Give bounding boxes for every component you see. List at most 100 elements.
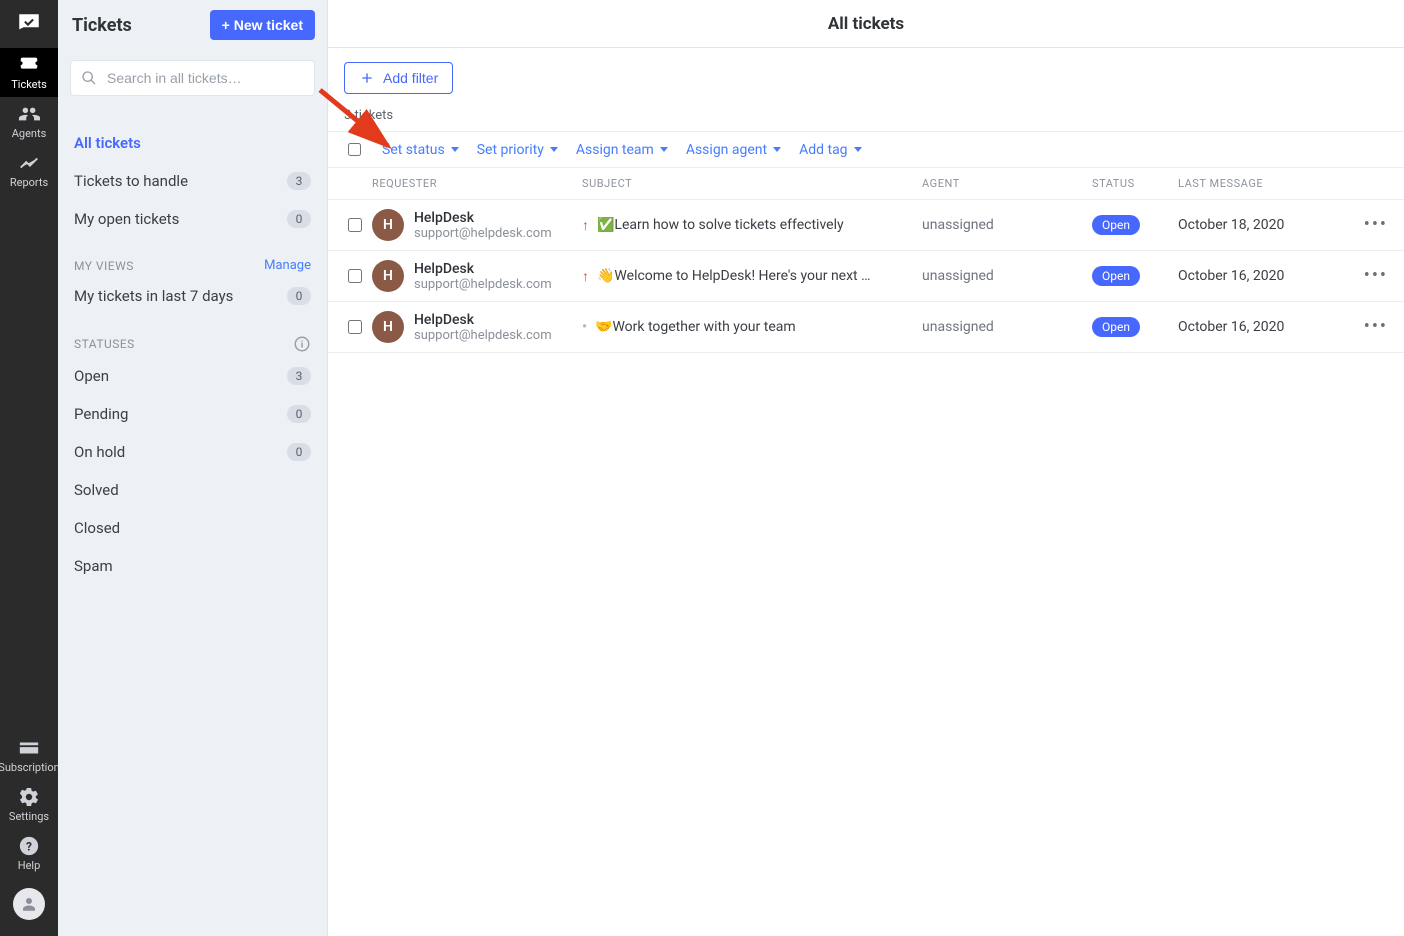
bulk-assign-team[interactable]: Assign team	[576, 142, 668, 158]
chevron-down-icon	[451, 147, 459, 152]
nav-label: Open	[74, 367, 109, 385]
rail-label: Help	[18, 859, 41, 872]
search-input-wrap[interactable]	[70, 60, 315, 96]
last-message-cell: October 16, 2020	[1178, 319, 1348, 335]
main-content: All tickets Add filter 3 tickets Set sta…	[328, 0, 1404, 936]
requester-avatar: H	[372, 311, 404, 343]
count-badge: 0	[287, 210, 311, 228]
count-badge: 3	[287, 367, 311, 385]
nav-my-tickets-7days[interactable]: My tickets in last 7 days 0	[58, 277, 327, 315]
requester-name: HelpDesk	[414, 261, 552, 277]
nav-label: Closed	[74, 519, 120, 537]
chevron-down-icon	[773, 147, 781, 152]
status-badge: Open	[1092, 317, 1140, 337]
nav-label: Pending	[74, 405, 128, 423]
help-icon: ?	[18, 837, 40, 855]
table-row[interactable]: H HelpDesk support@helpdesk.com ↑ 👋Welco…	[328, 251, 1404, 302]
section-header: MY VIEWS	[74, 259, 134, 273]
new-ticket-button[interactable]: + New ticket	[210, 10, 315, 40]
count-badge: 0	[287, 443, 311, 461]
bulk-assign-agent[interactable]: Assign agent	[686, 142, 781, 158]
col-subject: SUBJECT	[582, 177, 922, 190]
table-row[interactable]: H HelpDesk support@helpdesk.com • 🤝Work …	[328, 302, 1404, 353]
nav-my-open-tickets[interactable]: My open tickets 0	[58, 200, 327, 238]
priority-indicator: ↑	[582, 217, 589, 234]
table-row[interactable]: H HelpDesk support@helpdesk.com ↑ ✅Learn…	[328, 200, 1404, 251]
subject-cell: ↑ ✅Learn how to solve tickets effectivel…	[582, 217, 922, 234]
requester-avatar: H	[372, 209, 404, 241]
chevron-down-icon	[550, 147, 558, 152]
rail-tickets[interactable]: Tickets	[0, 48, 58, 97]
status-cell: Open	[1092, 317, 1178, 337]
search-input[interactable]	[105, 69, 304, 87]
statuses-header: STATUSES	[58, 315, 327, 357]
main-nav: All tickets Tickets to handle 3 My open …	[58, 96, 327, 238]
my-views-header: MY VIEWS Manage	[58, 238, 327, 277]
nav-label: My open tickets	[74, 210, 179, 228]
agent-cell: unassigned	[922, 268, 1092, 284]
panel-title: Tickets	[72, 15, 132, 36]
action-label: Assign agent	[686, 142, 767, 158]
add-filter-button[interactable]: Add filter	[344, 62, 453, 94]
requester-cell: H HelpDesk support@helpdesk.com	[372, 311, 582, 343]
count-badge: 0	[287, 405, 311, 423]
nav-status-onhold[interactable]: On hold 0	[58, 433, 327, 471]
nav-label: All tickets	[74, 134, 141, 152]
count-badge: 0	[287, 287, 311, 305]
bulk-add-tag[interactable]: Add tag	[799, 142, 861, 158]
chevron-down-icon	[854, 147, 862, 152]
chevron-down-icon	[660, 147, 668, 152]
rail-settings[interactable]: Settings	[0, 780, 58, 829]
row-checkbox[interactable]	[348, 269, 362, 283]
subject-text: ✅Learn how to solve tickets effectively	[597, 217, 844, 233]
row-actions[interactable]: •••	[1348, 267, 1388, 285]
user-avatar[interactable]	[13, 888, 45, 920]
settings-icon	[18, 788, 40, 806]
rail-help[interactable]: ? Help	[0, 829, 58, 878]
count-badge: 3	[287, 172, 311, 190]
rail-agents[interactable]: Agents	[0, 97, 58, 146]
plus-icon	[359, 70, 375, 86]
nav-label: Spam	[74, 557, 113, 575]
row-checkbox[interactable]	[348, 320, 362, 334]
button-label: Add filter	[383, 70, 438, 86]
nav-label: My tickets in last 7 days	[74, 287, 233, 305]
row-actions[interactable]: •••	[1348, 318, 1388, 336]
reports-icon	[18, 154, 40, 172]
info-icon[interactable]	[293, 335, 311, 353]
tickets-table-body: H HelpDesk support@helpdesk.com ↑ ✅Learn…	[328, 200, 1404, 353]
row-checkbox[interactable]	[348, 218, 362, 232]
panel-header: Tickets + New ticket	[58, 0, 327, 50]
nav-status-pending[interactable]: Pending 0	[58, 395, 327, 433]
app-logo	[0, 0, 58, 48]
table-header: REQUESTER SUBJECT AGENT STATUS LAST MESS…	[328, 168, 1404, 200]
nav-all-tickets[interactable]: All tickets	[58, 124, 327, 162]
rail-subscription[interactable]: Subscription	[0, 731, 58, 780]
subject-text: 👋Welcome to HelpDesk! Here's your next …	[597, 268, 870, 284]
manage-link[interactable]: Manage	[264, 258, 311, 273]
last-message-cell: October 16, 2020	[1178, 268, 1348, 284]
row-actions[interactable]: •••	[1348, 216, 1388, 234]
nav-status-solved[interactable]: Solved	[58, 471, 327, 509]
rail-label: Reports	[10, 176, 48, 189]
requester-cell: H HelpDesk support@helpdesk.com	[372, 209, 582, 241]
nav-tickets-to-handle[interactable]: Tickets to handle 3	[58, 162, 327, 200]
bulk-actions-bar: Set status Set priority Assign team Assi…	[328, 131, 1404, 168]
filters-bar: Add filter	[328, 48, 1404, 108]
select-all-checkbox[interactable]	[348, 143, 361, 156]
subscription-icon	[18, 739, 40, 757]
rail-reports[interactable]: Reports	[0, 146, 58, 195]
nav-rail: Tickets Agents Reports Subscription Sett…	[0, 0, 58, 936]
bulk-set-status[interactable]: Set status	[382, 142, 459, 158]
bulk-set-priority[interactable]: Set priority	[477, 142, 558, 158]
nav-status-open[interactable]: Open 3	[58, 357, 327, 395]
requester-name: HelpDesk	[414, 312, 552, 328]
status-cell: Open	[1092, 215, 1178, 235]
logo-icon	[16, 11, 42, 37]
nav-status-closed[interactable]: Closed	[58, 509, 327, 547]
priority-indicator: ↑	[582, 268, 589, 285]
svg-text:?: ?	[26, 840, 32, 854]
nav-label: On hold	[74, 443, 125, 461]
nav-status-spam[interactable]: Spam	[58, 547, 327, 585]
priority-indicator: •	[582, 319, 587, 335]
